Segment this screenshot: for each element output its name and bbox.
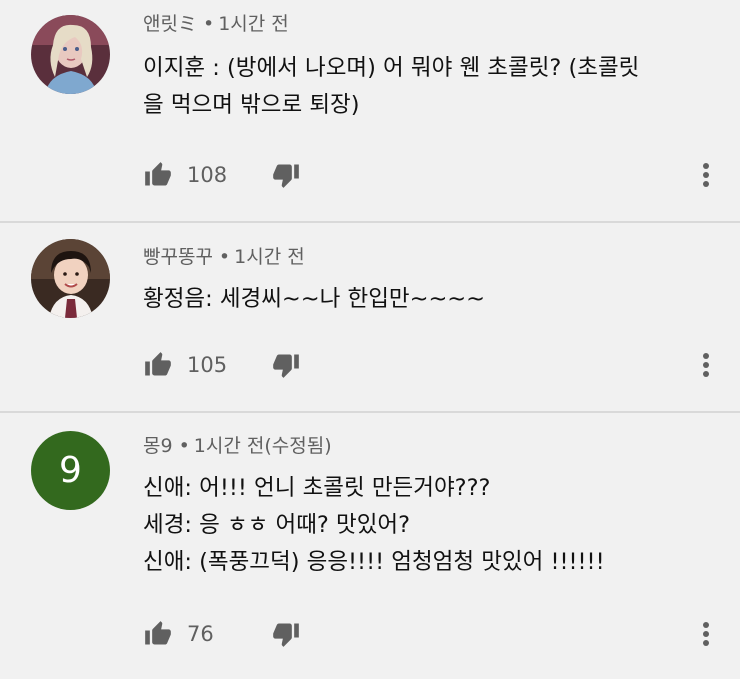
thumbs-down-icon[interactable] [269,617,303,651]
comment-meta: 몽9 • 1시간 전(수정됨) [143,431,332,458]
comment-time[interactable]: 1시간 전 [234,246,305,268]
comment-author[interactable]: 앤릿ミ [143,13,197,35]
comment-divider [0,221,740,223]
comment-time[interactable]: 1시간 전 [218,13,289,35]
separator-dot: • [218,246,231,268]
thumbs-down-icon[interactable] [269,348,303,382]
like-count: 108 [187,163,228,187]
like-count: 105 [187,353,228,377]
thumbs-down-icon[interactable] [269,158,303,192]
comment-author[interactable]: 빵꾸똥꾸 [143,246,213,268]
more-vertical-icon[interactable] [692,617,720,651]
comment-text: 황정음: 세경씨~~나 한입만~~~~ [143,286,486,312]
separator-dot: • [202,13,215,35]
comment-meta: 빵꾸똥꾸 • 1시간 전 [143,242,305,269]
comment-meta: 앤릿ミ • 1시간 전 [143,9,289,36]
thumbs-up-icon[interactable] [141,617,175,651]
comment-text: 신애: 어!!! 언니 초콜릿 만든거야??? 세경: 응 ㅎㅎ 어때? 맛있어… [143,475,605,575]
comment-actions: 76 [141,617,303,651]
girl-avatar-icon[interactable] [31,239,110,318]
elsa-avatar-icon[interactable] [31,15,110,94]
separator-dot: • [178,435,190,457]
comment-actions: 105 [141,348,303,382]
thumbs-up-icon[interactable] [141,348,175,382]
like-count: 76 [187,622,214,646]
comment-author[interactable]: 몽9 [143,435,173,457]
more-vertical-icon[interactable] [692,158,720,192]
comment-divider [0,411,740,413]
thumbs-up-icon[interactable] [141,158,175,192]
comment-time[interactable]: 1시간 전(수정됨) [194,435,332,457]
more-vertical-icon[interactable] [692,348,720,382]
comment-actions: 108 [141,158,303,192]
letter-avatar[interactable]: 9 [31,431,110,510]
comment-text: 이지훈 : (방에서 나오며) 어 뭐야 웬 초콜릿? (초콜릿 을 먹으며 밖… [143,55,640,118]
